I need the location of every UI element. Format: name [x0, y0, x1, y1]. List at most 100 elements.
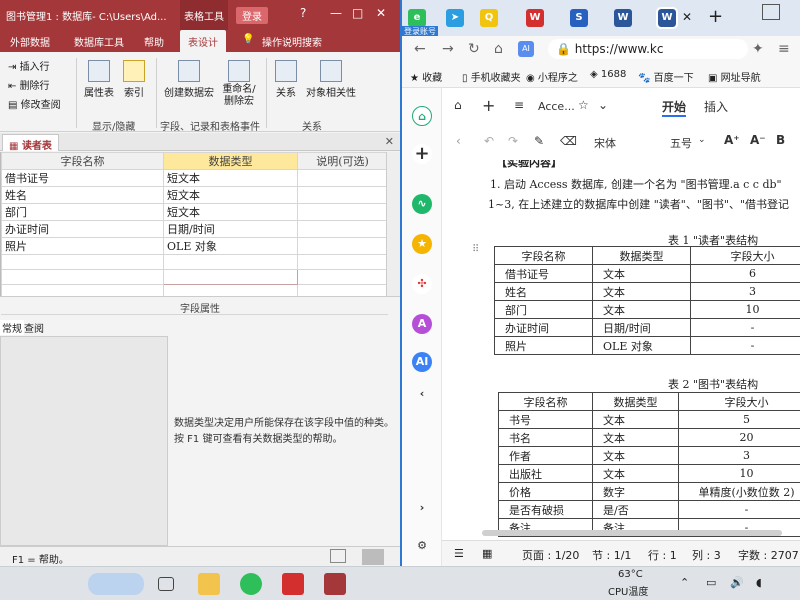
add-icon[interactable]: + — [412, 144, 432, 164]
tab-home[interactable]: 开始 — [662, 98, 687, 117]
wps-tab-icon[interactable]: W — [526, 9, 544, 27]
tab-overview-icon[interactable] — [762, 4, 780, 20]
mindmap-icon[interactable]: ✣ — [412, 274, 432, 294]
access-taskbar-icon[interactable] — [324, 573, 346, 595]
bookmark-baidu[interactable]: 🐾 百度一下 — [638, 69, 694, 84]
table-row[interactable]: 姓名 短文本 — [1, 186, 388, 204]
undo-icon[interactable]: ↶ — [484, 134, 494, 148]
description-cell[interactable] — [297, 169, 388, 187]
tab-external-data[interactable]: 外部数据 — [10, 34, 50, 49]
app-tab-icon[interactable]: S — [570, 9, 588, 27]
table-handle-icon[interactable]: ⠿ — [472, 244, 479, 255]
forward-icon[interactable]: → — [442, 41, 454, 57]
network-icon[interactable]: ▭ — [706, 576, 716, 589]
browser-logo-icon[interactable]: e — [408, 9, 426, 27]
speaker-icon[interactable]: ◖ — [756, 576, 762, 589]
table-row[interactable]: 照片 OLE 对象 — [1, 237, 388, 255]
home-icon[interactable]: ⌂ — [412, 106, 432, 126]
file-explorer-icon[interactable] — [198, 573, 220, 595]
help-button[interactable]: ? — [300, 6, 306, 20]
word-tab-icon[interactable]: W — [614, 9, 632, 27]
tab-table-design[interactable]: 表设计 — [180, 30, 226, 52]
restore-button[interactable]: □ — [352, 6, 363, 20]
column-header-field-name[interactable]: 字段名称 — [1, 152, 164, 170]
field-name-cell[interactable]: 部门 — [1, 203, 164, 221]
font-family-select[interactable]: 宋体 — [594, 135, 616, 151]
field-name-cell[interactable]: 借书证号 — [1, 169, 164, 187]
data-type-cell[interactable]: OLE 对象 — [163, 237, 298, 255]
extensions-icon[interactable]: ✦ — [752, 41, 764, 57]
settings-icon[interactable]: ⚙ — [412, 536, 432, 556]
grow-font-icon[interactable]: A⁺ — [724, 133, 740, 147]
login-button[interactable]: 登录 — [236, 7, 268, 24]
field-name-cell[interactable]: 照片 — [1, 237, 164, 255]
collapse-icon[interactable]: ‹ — [456, 134, 461, 148]
create-data-macros-button[interactable]: 创建数据宏 — [162, 60, 216, 99]
description-cell[interactable] — [297, 269, 388, 285]
vertical-scrollbar[interactable] — [386, 152, 400, 296]
eraser-icon[interactable]: ⌫ — [560, 134, 577, 148]
bold-icon[interactable]: B — [776, 133, 785, 147]
wps-taskbar-icon[interactable] — [282, 573, 304, 595]
bookmark-mobile[interactable]: ▯ 手机收藏夹 — [462, 69, 521, 84]
data-type-cell[interactable]: 短文本 — [163, 203, 298, 221]
back-page-icon[interactable]: ‹ — [412, 384, 432, 404]
relationships-button[interactable]: 关系 — [272, 60, 300, 99]
table-row[interactable] — [1, 269, 388, 285]
description-cell[interactable] — [297, 203, 388, 221]
tray-chevron-icon[interactable]: ⌃ — [680, 576, 689, 589]
reload-icon[interactable]: ↻ — [468, 41, 480, 57]
bookmark-favorites[interactable]: ★ 收藏 — [410, 69, 442, 84]
data-type-cell[interactable]: 日期/时间 — [163, 220, 298, 238]
close-button[interactable]: ✕ — [376, 6, 386, 20]
description-cell[interactable] — [297, 237, 388, 255]
ai-assistant-icon[interactable]: AI — [412, 352, 432, 372]
field-name-cell[interactable]: 姓名 — [1, 186, 164, 204]
next-page-icon[interactable]: › — [412, 498, 432, 518]
size-dropdown-icon[interactable]: ⌄ — [698, 135, 706, 145]
new-tab-icon[interactable]: + — [482, 96, 495, 115]
close-tab-icon[interactable]: ✕ — [385, 135, 394, 148]
description-cell[interactable] — [297, 186, 388, 204]
tab-insert[interactable]: 插入 — [704, 98, 728, 115]
data-type-cell[interactable] — [163, 269, 298, 285]
tab-reader-table[interactable]: ▦ 读者表 — [2, 134, 59, 152]
table-row[interactable]: 借书证号 短文本 — [1, 169, 388, 187]
description-cell[interactable] — [297, 254, 388, 270]
back-icon[interactable]: ← — [414, 41, 426, 57]
field-name-cell[interactable]: 办证时间 — [1, 220, 164, 238]
description-cell[interactable] — [297, 220, 388, 238]
table-row[interactable]: 部门 短文本 — [1, 203, 388, 221]
volume-icon[interactable]: 🔊 — [730, 576, 744, 589]
new-tab-icon[interactable]: + — [708, 6, 723, 27]
horizontal-scrollbar[interactable] — [482, 530, 782, 536]
field-name-cell[interactable] — [1, 269, 164, 285]
delete-row-button[interactable]: ⇤ 删除行 — [8, 77, 50, 92]
column-header-data-type[interactable]: 数据类型 — [163, 152, 298, 170]
table-row[interactable] — [1, 254, 388, 270]
redo-icon[interactable]: ↷ — [508, 134, 518, 148]
property-sheet-button[interactable]: 属性表 — [82, 60, 116, 99]
font-size-select[interactable]: 五号 — [670, 135, 692, 151]
favorite-icon[interactable]: ☆ — [578, 98, 589, 112]
layout-icon[interactable]: ▦ — [482, 547, 492, 560]
telegram-tab-icon[interactable]: ➤ — [446, 9, 464, 27]
tab-general[interactable]: 常规 — [0, 320, 24, 335]
bookmark-navigation[interactable]: ▣ 网址导航 — [708, 69, 761, 84]
indexes-button[interactable]: 索引 — [120, 60, 148, 99]
design-view-icon[interactable] — [362, 549, 384, 565]
active-word-tab-icon[interactable]: W — [656, 7, 678, 29]
shrink-font-icon[interactable]: A⁻ — [750, 133, 766, 147]
task-view-icon[interactable] — [158, 577, 174, 591]
rename-delete-macro-button[interactable]: 重命名/删除宏 — [218, 60, 260, 108]
ai-writer-icon[interactable]: A — [412, 314, 432, 334]
tell-me-search[interactable]: 操作说明搜索 — [262, 34, 322, 49]
bookmark-1688[interactable]: ◈ 1688 — [590, 69, 626, 80]
star-icon[interactable]: ★ — [412, 234, 432, 254]
modify-lookups-button[interactable]: ▤ 修改查阅 — [8, 96, 61, 111]
ai-icon[interactable]: AI — [518, 41, 534, 57]
tab-database-tools[interactable]: 数据库工具 — [74, 34, 124, 49]
dropdown-icon[interactable]: ⌄ — [598, 98, 608, 112]
minimize-button[interactable]: — — [330, 6, 342, 20]
more-icon[interactable]: ≡ — [778, 41, 790, 57]
